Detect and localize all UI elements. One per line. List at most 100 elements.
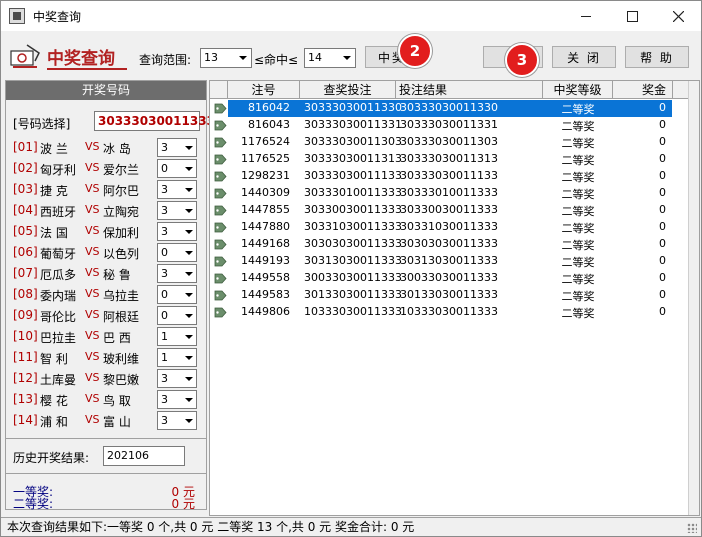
table-row[interactable]: 1449583 30133030011333 30133030011333 二等奖 0 (210, 287, 672, 304)
chevron-down-icon (182, 328, 196, 345)
vertical-scrollbar[interactable] (688, 81, 699, 515)
tag-icon (214, 103, 227, 114)
match-result-select[interactable]: 3 (157, 264, 197, 283)
match-row: [04] 西班牙 VS 立陶宛 3 (13, 201, 203, 221)
match-index: [04] (13, 203, 38, 217)
table-row[interactable]: 1176524 30333030011303 30333030011303 二等奖 0 (210, 134, 672, 151)
app-icon (9, 8, 25, 24)
status-text: 本次查询结果如下:一等奖 0 个,共 0 元 二等奖 13 个,共 0 元 奖金… (7, 520, 415, 534)
vs-label: VS (85, 161, 100, 174)
match-row: [11] 智 利 VS 玻利维 1 (13, 348, 203, 368)
ticket-no-cell: 1449583 (241, 288, 290, 301)
vs-label: VS (85, 287, 100, 300)
prize-level-cell: 二等奖 (561, 171, 595, 184)
table-row[interactable]: 816042 30333030011330 30333030011330 二等奖 0 (210, 100, 672, 117)
match-result-select[interactable]: 0 (157, 306, 197, 325)
number-select-input[interactable]: 30333030011333 (94, 111, 215, 131)
chevron-down-icon (182, 412, 196, 429)
away-team: 黎巴嫩 (103, 373, 140, 387)
ticket-no-cell: 1176525 (241, 152, 290, 165)
table-row[interactable]: 816043 30333030011331 30333030011331 二等奖 0 (210, 117, 672, 134)
table-row[interactable]: 1449806 10333030011333 10333030011333 二等奖 0 (210, 304, 672, 321)
table-row[interactable]: 1176525 30333030011313 30333030011313 二等奖 0 (210, 151, 672, 168)
header-icon-col (210, 81, 228, 99)
prize-level-cell: 二等奖 (561, 103, 595, 116)
tag-icon (214, 120, 227, 131)
amount-cell: 0 (659, 101, 666, 114)
table-row[interactable]: 1447855 30330030011333 30330030011333 二等奖 0 (210, 202, 672, 219)
ticket-no-cell: 1449806 (241, 305, 290, 318)
header-bet[interactable]: 查奖投注 (300, 81, 396, 99)
home-team: 樱 花 (40, 394, 68, 408)
bet-cell: 30333030011313 (304, 152, 402, 165)
header-prize-level[interactable]: 中奖等级 (543, 81, 613, 99)
match-result-select[interactable]: 3 (157, 180, 197, 199)
close-window-button[interactable] (655, 1, 701, 31)
match-result-value: 0 (161, 288, 168, 301)
table-row[interactable]: 1440309 30333010011333 30333010011333 二等奖 0 (210, 185, 672, 202)
chevron-down-icon (182, 370, 196, 387)
home-team: 哥伦比 (40, 310, 77, 324)
match-row: [01] 波 兰 VS 冰 岛 3 (13, 138, 203, 158)
chevron-down-icon (182, 349, 196, 366)
prize-level-cell: 二等奖 (561, 188, 595, 201)
chevron-down-icon (235, 49, 251, 67)
match-result-select[interactable]: 3 (157, 390, 197, 409)
match-result-select[interactable]: 3 (157, 222, 197, 241)
range-from-select[interactable]: 13 (200, 48, 252, 68)
maximize-button[interactable] (609, 1, 655, 31)
match-result-select[interactable]: 1 (157, 327, 197, 346)
help-button[interactable]: 帮 助 (625, 46, 689, 68)
minimize-button[interactable] (563, 1, 609, 31)
ticket-no-cell: 1449168 (241, 237, 290, 250)
tag-icon (214, 256, 227, 267)
table-row[interactable]: 1449168 30303030011333 30303030011333 二等奖 0 (210, 236, 672, 253)
amount-cell: 0 (659, 118, 666, 131)
match-row: [14] 浦 和 VS 富 山 3 (13, 411, 203, 431)
range-label: 查询范围: (139, 53, 192, 67)
match-result-select[interactable]: 3 (157, 369, 197, 388)
table-row[interactable]: 1447880 30331030011333 30331030011333 二等奖 0 (210, 219, 672, 236)
table-row[interactable]: 1449558 30033030011333 30033030011333 二等奖 0 (210, 270, 672, 287)
result-cell: 30333030011330 (400, 101, 498, 114)
tag-icon (214, 171, 227, 182)
ticket-no-cell: 1447880 (241, 220, 290, 233)
bet-cell: 30333030011303 (304, 135, 402, 148)
results-grid: 注号 查奖投注 投注结果 中奖等级 奖金 816042 3033303001133… (209, 80, 700, 516)
match-result-select[interactable]: 0 (157, 243, 197, 262)
header-result[interactable]: 投注结果 (396, 81, 543, 99)
match-result-value: 3 (161, 267, 168, 280)
prize-level-cell: 二等奖 (561, 120, 595, 133)
prize-level-cell: 二等奖 (561, 290, 595, 303)
match-result-select[interactable]: 1 (157, 348, 197, 367)
match-index: [12] (13, 371, 38, 385)
bet-cell: 10333030011333 (304, 305, 402, 318)
match-result-value: 0 (161, 246, 168, 259)
close-button[interactable]: 关 闭 (552, 46, 616, 68)
match-result-select[interactable]: 3 (157, 411, 197, 430)
result-cell: 30133030011333 (400, 288, 498, 301)
match-result-select[interactable]: 0 (157, 159, 197, 178)
home-team: 智 利 (40, 352, 68, 366)
home-team: 西班牙 (40, 205, 77, 219)
match-result-select[interactable]: 0 (157, 285, 197, 304)
table-row[interactable]: 1449193 30313030011333 30313030011333 二等奖 0 (210, 253, 672, 270)
home-team: 捷 克 (40, 184, 68, 198)
lottery-logo-icon (10, 44, 40, 68)
home-team: 匈牙利 (40, 163, 77, 177)
header-ticket-no[interactable]: 注号 (228, 81, 300, 99)
range-to-select[interactable]: 14 (304, 48, 356, 68)
history-result-select[interactable]: 202106 (103, 446, 185, 466)
match-row: [08] 委内瑞 VS 乌拉圭 0 (13, 285, 203, 305)
resize-grip-icon[interactable] (687, 523, 697, 533)
match-row: [02] 匈牙利 VS 爱尔兰 0 (13, 159, 203, 179)
header-amount[interactable]: 奖金 (613, 81, 673, 99)
prize2-row: 二等奖: 0 元 (13, 495, 203, 512)
match-index: [01] (13, 140, 38, 154)
match-result-select[interactable]: 3 (157, 138, 197, 157)
chevron-down-icon (182, 139, 196, 156)
table-row[interactable]: 1298231 30333030011133 30333030011133 二等奖 0 (210, 168, 672, 185)
tag-icon (214, 137, 227, 148)
match-result-select[interactable]: 3 (157, 201, 197, 220)
panel-header: 开奖号码 (6, 81, 206, 100)
